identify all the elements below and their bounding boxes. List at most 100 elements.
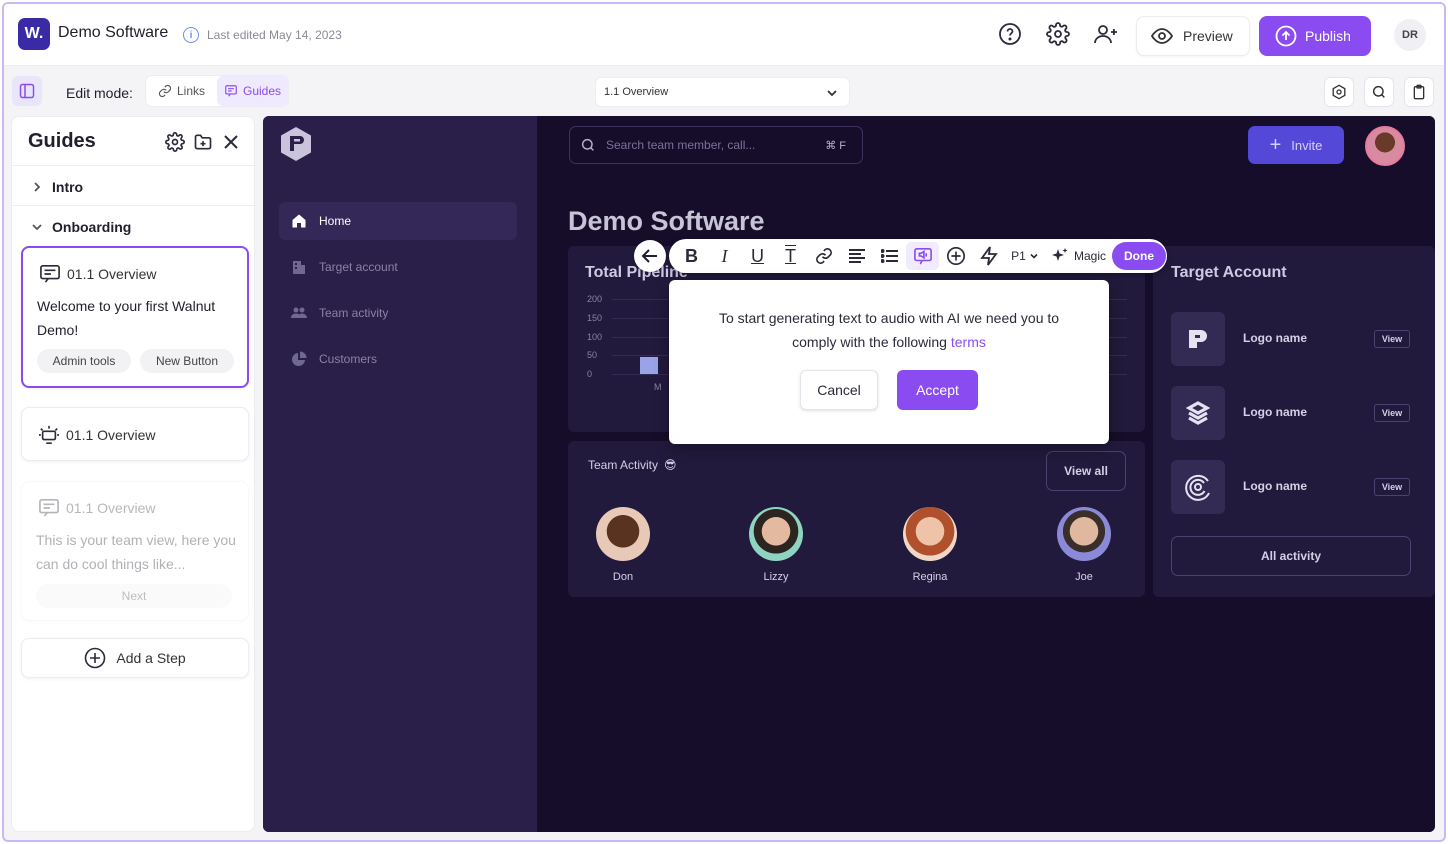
demo-nav-home[interactable]: Home bbox=[279, 202, 517, 240]
publish-label: Publish bbox=[1305, 28, 1351, 44]
search-button[interactable] bbox=[1364, 77, 1394, 107]
magic-button[interactable]: Magic bbox=[1051, 247, 1106, 265]
accept-button[interactable]: Accept bbox=[897, 370, 978, 410]
settings-gear-icon[interactable] bbox=[1044, 20, 1072, 48]
plus-circle-icon bbox=[85, 647, 106, 669]
team-member[interactable]: Don bbox=[588, 507, 658, 583]
italic-icon: I bbox=[721, 245, 728, 266]
paragraph-style-dropdown[interactable]: P1 bbox=[1005, 242, 1045, 270]
upload-arrow-icon bbox=[1275, 25, 1297, 47]
mode-links-button[interactable]: Links bbox=[146, 76, 217, 106]
text-style-icon: T bbox=[785, 245, 796, 266]
divider bbox=[12, 165, 256, 166]
text-to-audio-button[interactable] bbox=[906, 242, 939, 270]
walnut-logo[interactable]: W. bbox=[18, 18, 50, 50]
toolbar-back-button[interactable] bbox=[634, 240, 666, 272]
account-view-button[interactable]: View bbox=[1374, 478, 1410, 496]
target-account-title: Target Account bbox=[1171, 264, 1287, 281]
page-select-value: 1.1 Overview bbox=[604, 86, 669, 98]
step-header: 01.1 Overview bbox=[39, 264, 156, 284]
account-view-button[interactable]: View bbox=[1374, 404, 1410, 422]
clipboard-button[interactable] bbox=[1404, 77, 1434, 107]
mode-guides-label: Guides bbox=[242, 84, 282, 98]
target-account-panel: Target Account Logo name View Logo name … bbox=[1153, 246, 1435, 597]
help-icon[interactable] bbox=[996, 20, 1024, 48]
account-logo-layers-icon bbox=[1171, 386, 1225, 440]
page-select-dropdown[interactable]: 1.1 Overview bbox=[595, 77, 850, 107]
spotlight-step-icon bbox=[39, 425, 59, 444]
team-member[interactable]: Lizzy bbox=[741, 507, 811, 583]
demo-nav-customers[interactable]: Customers bbox=[279, 340, 517, 378]
close-icon[interactable] bbox=[220, 131, 242, 153]
bold-button[interactable]: B bbox=[675, 242, 708, 270]
user-avatar[interactable]: DR bbox=[1394, 19, 1426, 51]
sparkle-icon bbox=[1052, 248, 1068, 261]
tooltip-step-icon bbox=[39, 499, 59, 517]
italic-button[interactable]: I bbox=[708, 242, 741, 270]
step-chip-new-button[interactable]: New Button bbox=[140, 349, 234, 373]
align-button[interactable] bbox=[840, 242, 873, 270]
target-settings-button[interactable] bbox=[1324, 77, 1354, 107]
sidebar-toggle-button[interactable] bbox=[12, 76, 42, 106]
section-intro[interactable]: Intro bbox=[30, 179, 83, 195]
terms-popup: To start generating text to audio with A… bbox=[669, 280, 1109, 444]
guide-chat-icon bbox=[225, 85, 237, 97]
home-icon bbox=[292, 214, 306, 228]
member-name: Don bbox=[612, 571, 634, 583]
bullet-list-icon bbox=[880, 249, 898, 263]
team-member[interactable]: Regina bbox=[895, 507, 965, 583]
insert-button[interactable] bbox=[939, 242, 972, 270]
preview-button[interactable]: Preview bbox=[1136, 16, 1250, 56]
demo-nav-target-account[interactable]: Target account bbox=[279, 248, 517, 286]
demo-user-avatar[interactable] bbox=[1365, 126, 1405, 166]
underline-button[interactable]: U bbox=[741, 242, 774, 270]
demo-invite-button[interactable]: + Invite bbox=[1248, 126, 1344, 164]
building-icon bbox=[293, 261, 305, 274]
lightning-icon bbox=[979, 246, 998, 266]
guide-step-card[interactable]: 01.1 Overview Welcome to your first Waln… bbox=[21, 246, 249, 388]
done-button[interactable]: Done bbox=[1112, 242, 1167, 270]
demo-brand-logo-icon bbox=[281, 127, 311, 161]
cancel-button[interactable]: Cancel bbox=[800, 370, 878, 410]
magic-label: Magic bbox=[1074, 249, 1107, 263]
step-header: 01.1 Overview bbox=[38, 498, 155, 518]
list-button[interactable] bbox=[873, 242, 906, 270]
edit-mode-label: Edit mode: bbox=[66, 85, 133, 101]
publish-button[interactable]: Publish bbox=[1259, 16, 1371, 56]
demo-search-placeholder: Search team member, call... bbox=[606, 138, 756, 152]
step-chip-admin-tools[interactable]: Admin tools bbox=[37, 349, 131, 373]
guide-step-card[interactable]: 01.1 Overview bbox=[21, 407, 249, 461]
guides-settings-icon[interactable] bbox=[164, 131, 186, 153]
all-activity-button[interactable]: All activity bbox=[1171, 536, 1411, 576]
plus-icon: + bbox=[1269, 134, 1282, 156]
action-button[interactable] bbox=[972, 242, 1005, 270]
app-frame: W. Demo Software i Last edited May 14, 2… bbox=[2, 2, 1446, 842]
terms-link[interactable]: terms bbox=[951, 334, 986, 350]
section-onboarding[interactable]: Onboarding bbox=[30, 219, 131, 235]
align-left-icon bbox=[848, 249, 865, 263]
text-style-button[interactable]: T bbox=[774, 242, 807, 270]
mode-links-label: Links bbox=[176, 84, 205, 98]
member-name: Regina bbox=[912, 571, 948, 583]
chevron-right-icon bbox=[34, 182, 41, 192]
edit-mode-switch: Links Guides bbox=[145, 75, 289, 107]
info-icon[interactable]: i bbox=[183, 27, 199, 43]
account-name: Logo name bbox=[1243, 479, 1308, 493]
guide-step-card[interactable]: 01.1 Overview This is your team view, he… bbox=[21, 481, 249, 621]
demo-search-input[interactable]: Search team member, call... ⌘ F bbox=[569, 126, 863, 164]
team-member[interactable]: Joe bbox=[1049, 507, 1119, 583]
demo-nav-team-activity[interactable]: Team activity bbox=[279, 294, 517, 332]
bold-icon: B bbox=[685, 245, 698, 266]
pie-chart-icon bbox=[292, 351, 307, 366]
step-next-button[interactable]: Next bbox=[36, 584, 232, 608]
account-view-button[interactable]: View bbox=[1374, 330, 1410, 348]
link-button[interactable] bbox=[807, 242, 840, 270]
view-all-button[interactable]: View all bbox=[1046, 451, 1126, 491]
add-folder-icon[interactable] bbox=[192, 131, 214, 153]
demo-nav-label: Target account bbox=[319, 260, 398, 274]
mode-guides-button[interactable]: Guides bbox=[217, 76, 288, 106]
sunglasses-emoji: 😎 bbox=[664, 458, 677, 472]
add-user-icon[interactable] bbox=[1092, 20, 1120, 48]
add-step-button[interactable]: Add a Step bbox=[21, 638, 249, 678]
guides-title: Guides bbox=[28, 130, 96, 152]
